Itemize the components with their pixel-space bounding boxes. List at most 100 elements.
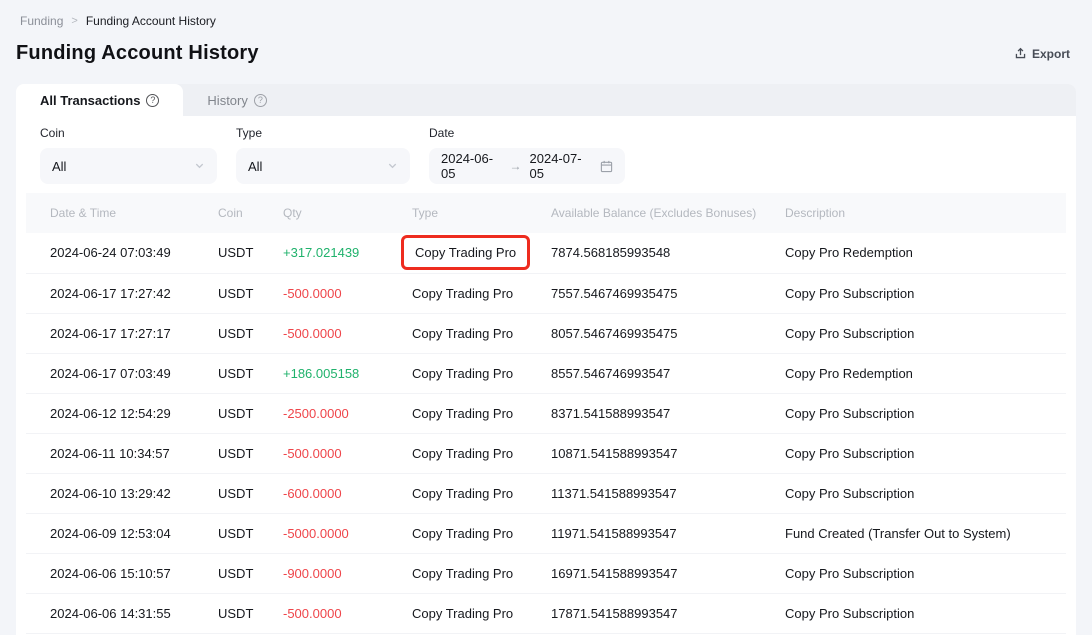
cell-type: Copy Trading Pro bbox=[412, 406, 513, 421]
cell-description: Copy Pro Subscription bbox=[785, 406, 914, 421]
coin-filter-label: Coin bbox=[40, 126, 217, 140]
col-header-datetime: Date & Time bbox=[26, 193, 194, 233]
cell-datetime: 2024-06-06 14:31:55 bbox=[50, 606, 171, 621]
breadcrumb-separator-icon: > bbox=[71, 15, 77, 27]
help-icon[interactable]: ? bbox=[146, 94, 159, 107]
cell-description: Copy Pro Subscription bbox=[785, 446, 914, 461]
coin-filter: Coin All bbox=[40, 126, 217, 184]
tab-all-transactions-label: All Transactions bbox=[40, 93, 140, 108]
tab-history[interactable]: History ? bbox=[183, 84, 290, 116]
cell-balance: 8371.541588993547 bbox=[551, 406, 670, 421]
cell-description: Copy Pro Subscription bbox=[785, 486, 914, 501]
cell-coin: USDT bbox=[218, 446, 253, 461]
type-filter: Type All bbox=[236, 126, 410, 184]
cell-coin: USDT bbox=[218, 566, 253, 581]
cell-qty: -500.0000 bbox=[283, 606, 342, 621]
cell-type: Copy Trading Pro bbox=[412, 486, 513, 501]
cell-type: Copy Trading Pro bbox=[412, 366, 513, 381]
transactions-table: Date & Time Coin Qty Type Available Bala… bbox=[26, 193, 1066, 634]
table-row: 2024-06-06 15:10:57 USDT -900.0000 Copy … bbox=[26, 553, 1066, 593]
cell-description: Fund Created (Transfer Out to System) bbox=[785, 526, 1011, 541]
cell-coin: USDT bbox=[218, 606, 253, 621]
cell-qty: -500.0000 bbox=[283, 326, 342, 341]
cell-description: Copy Pro Subscription bbox=[785, 286, 914, 301]
table-row: 2024-06-17 17:27:17 USDT -500.0000 Copy … bbox=[26, 313, 1066, 353]
help-icon[interactable]: ? bbox=[254, 94, 267, 107]
cell-type: Copy Trading Pro bbox=[412, 526, 513, 541]
cell-qty: +186.005158 bbox=[283, 366, 359, 381]
type-select[interactable]: All bbox=[236, 148, 410, 184]
cell-coin: USDT bbox=[218, 366, 253, 381]
cell-datetime: 2024-06-09 12:53:04 bbox=[50, 526, 171, 541]
cell-qty: -600.0000 bbox=[283, 486, 342, 501]
date-range-picker[interactable]: 2024-06-05 → 2024-07-05 bbox=[429, 148, 625, 184]
cell-datetime: 2024-06-10 13:29:42 bbox=[50, 486, 171, 501]
cell-balance: 11971.541588993547 bbox=[551, 526, 677, 541]
calendar-icon bbox=[600, 160, 613, 173]
cell-balance: 8057.5467469935475 bbox=[551, 326, 678, 341]
cell-datetime: 2024-06-17 07:03:49 bbox=[50, 366, 171, 381]
col-header-qty: Qty bbox=[259, 193, 388, 233]
chevron-down-icon bbox=[194, 159, 205, 174]
breadcrumb-link-funding[interactable]: Funding bbox=[20, 14, 63, 28]
date-start-value: 2024-06-05 bbox=[441, 151, 502, 181]
filter-bar: Coin All Type All Date 2024-06-05 → bbox=[16, 116, 1076, 193]
chevron-down-icon bbox=[387, 159, 398, 174]
cell-qty: -500.0000 bbox=[283, 446, 342, 461]
cell-description: Copy Pro Redemption bbox=[785, 245, 913, 260]
cell-coin: USDT bbox=[218, 245, 253, 260]
export-icon bbox=[1014, 47, 1027, 60]
cell-balance: 7557.5467469935475 bbox=[551, 286, 678, 301]
date-range-arrow-icon: → bbox=[510, 159, 522, 173]
export-label: Export bbox=[1032, 47, 1070, 61]
cell-balance: 7874.568185993548 bbox=[551, 245, 670, 260]
cell-type: Copy Trading Pro bbox=[401, 235, 530, 270]
col-header-balance: Available Balance (Excludes Bonuses) bbox=[527, 193, 761, 233]
table-row: 2024-06-11 10:34:57 USDT -500.0000 Copy … bbox=[26, 433, 1066, 473]
cell-datetime: 2024-06-12 12:54:29 bbox=[50, 406, 171, 421]
table-row: 2024-06-09 12:53:04 USDT -5000.0000 Copy… bbox=[26, 513, 1066, 553]
cell-datetime: 2024-06-17 17:27:17 bbox=[50, 326, 171, 341]
cell-balance: 17871.541588993547 bbox=[551, 606, 678, 621]
table-row: 2024-06-06 14:31:55 USDT -500.0000 Copy … bbox=[26, 593, 1066, 633]
cell-coin: USDT bbox=[218, 406, 253, 421]
cell-datetime: 2024-06-06 15:10:57 bbox=[50, 566, 171, 581]
breadcrumb-current: Funding Account History bbox=[86, 14, 216, 28]
page-title: Funding Account History bbox=[16, 42, 259, 65]
table-row: 2024-06-10 13:29:42 USDT -600.0000 Copy … bbox=[26, 473, 1066, 513]
cell-balance: 11371.541588993547 bbox=[551, 486, 677, 501]
tab-all-transactions[interactable]: All Transactions ? bbox=[16, 84, 183, 116]
coin-select[interactable]: All bbox=[40, 148, 217, 184]
cell-coin: USDT bbox=[218, 286, 253, 301]
cell-balance: 10871.541588993547 bbox=[551, 446, 678, 461]
cell-type: Copy Trading Pro bbox=[412, 566, 513, 581]
col-header-type: Type bbox=[388, 193, 527, 233]
table-header: Date & Time Coin Qty Type Available Bala… bbox=[26, 193, 1066, 233]
cell-type: Copy Trading Pro bbox=[412, 326, 513, 341]
content-card: All Transactions ? History ? Coin All Ty… bbox=[16, 84, 1076, 635]
type-select-value: All bbox=[248, 159, 262, 174]
table-row: 2024-06-17 07:03:49 USDT +186.005158 Cop… bbox=[26, 353, 1066, 393]
tab-history-label: History bbox=[207, 93, 247, 108]
cell-type: Copy Trading Pro bbox=[412, 286, 513, 301]
cell-qty: -5000.0000 bbox=[283, 526, 349, 541]
table-row: 2024-06-24 07:03:49 USDT +317.021439 Cop… bbox=[26, 233, 1066, 273]
date-end-value: 2024-07-05 bbox=[530, 151, 591, 181]
col-header-description: Description bbox=[761, 193, 1066, 233]
cell-qty: +317.021439 bbox=[283, 245, 359, 260]
cell-balance: 16971.541588993547 bbox=[551, 566, 678, 581]
page-header: Funding Account History Export bbox=[0, 28, 1092, 65]
breadcrumb: Funding > Funding Account History bbox=[0, 0, 1092, 28]
cell-balance: 8557.546746993547 bbox=[551, 366, 670, 381]
cell-qty: -900.0000 bbox=[283, 566, 342, 581]
export-button[interactable]: Export bbox=[1014, 47, 1070, 61]
cell-qty: -2500.0000 bbox=[283, 406, 349, 421]
type-filter-label: Type bbox=[236, 126, 410, 140]
date-filter-label: Date bbox=[429, 126, 625, 140]
cell-coin: USDT bbox=[218, 526, 253, 541]
col-header-coin: Coin bbox=[194, 193, 259, 233]
cell-description: Copy Pro Redemption bbox=[785, 366, 913, 381]
cell-description: Copy Pro Subscription bbox=[785, 566, 914, 581]
cell-datetime: 2024-06-17 17:27:42 bbox=[50, 286, 171, 301]
coin-select-value: All bbox=[52, 159, 66, 174]
